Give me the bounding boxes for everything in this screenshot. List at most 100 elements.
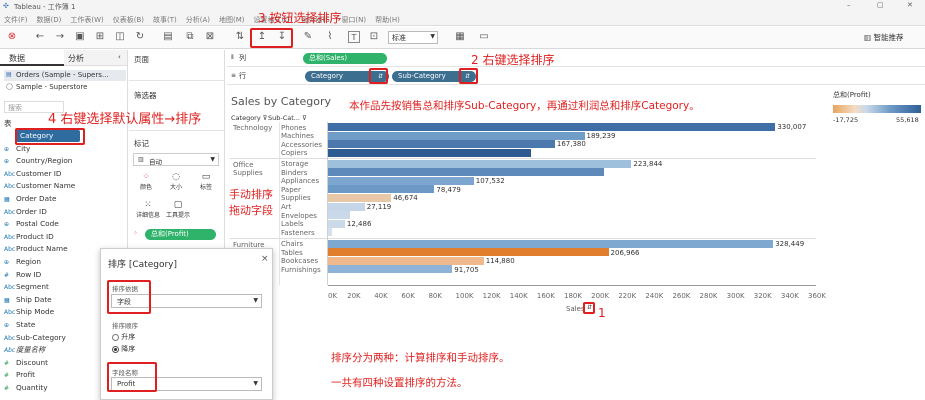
field-item[interactable]: AbcSegment — [4, 281, 49, 293]
save-icon[interactable]: ▣ — [74, 31, 86, 43]
show-me-button[interactable]: ▥ 智能推荐 — [864, 32, 903, 43]
subcategory-label[interactable]: Phones — [281, 124, 306, 132]
label-button[interactable]: ▭ 标签 — [195, 172, 217, 196]
bar[interactable] — [328, 239, 774, 248]
presentation-icon[interactable]: ▭ — [478, 31, 490, 43]
pause-icon[interactable]: ◫ — [114, 31, 126, 43]
detail-button[interactable]: ⁙ 详细信息 — [133, 200, 163, 224]
menu-item[interactable]: 帮助(H) — [375, 16, 400, 24]
bar[interactable] — [328, 193, 392, 202]
subcategory-label[interactable]: Chairs — [281, 240, 303, 248]
menu-item[interactable]: 地图(M) — [219, 16, 245, 24]
tab-analysis[interactable]: 分析 ‹ — [64, 50, 127, 66]
field-item[interactable]: ⊕ Country/Region — [4, 155, 72, 167]
menu-item[interactable]: 窗口(N) — [341, 16, 366, 24]
clear-icon[interactable]: ⊠ — [204, 31, 216, 43]
header-category[interactable]: Category ⊽ — [231, 114, 268, 122]
bar[interactable] — [328, 211, 351, 220]
show-cards-icon[interactable]: ▦ — [454, 31, 466, 43]
field-item[interactable]: AbcSub-Category — [4, 332, 66, 344]
subcategory-label[interactable]: Fasteners — [281, 229, 315, 237]
subcategory-label[interactable]: Tables — [281, 249, 303, 257]
category-label[interactable]: Office Supplies — [233, 161, 279, 177]
close-icon[interactable]: × — [261, 254, 269, 264]
subcategory-label[interactable]: Labels — [281, 220, 304, 228]
bar[interactable] — [328, 228, 333, 237]
fix-axes-icon[interactable]: ⊡ — [368, 31, 380, 43]
mark-type-dropdown[interactable]: ▥ 自动 ▼ — [133, 153, 219, 166]
text-labels-icon[interactable]: T — [348, 31, 360, 43]
header-subcategory[interactable]: Sub-Cat... ⊽ — [268, 114, 307, 122]
menu-item[interactable]: 故事(T) — [153, 16, 177, 24]
category-label[interactable]: Technology — [233, 124, 279, 132]
tableau-home-icon[interactable]: ⊗ — [6, 31, 18, 43]
undo-icon[interactable]: ← — [34, 31, 46, 43]
menu-item[interactable]: 工作表(W) — [70, 16, 103, 24]
new-sheet-icon[interactable]: ▤ — [162, 31, 174, 43]
bar[interactable] — [328, 123, 776, 131]
subcategory-label[interactable]: Art — [281, 203, 291, 211]
bar[interactable] — [328, 265, 453, 274]
bar[interactable] — [328, 185, 435, 194]
field-item[interactable]: AbcProduct ID — [4, 231, 54, 243]
duplicate-icon[interactable]: ⧉ — [184, 31, 196, 43]
datasource-1[interactable]: ▤ Orders (Sample - Supers... — [4, 70, 126, 81]
refresh-icon[interactable]: ↻ — [134, 31, 146, 43]
field-item[interactable]: AbcCustomer Name — [4, 180, 75, 192]
field-item[interactable]: ⊕ Region — [4, 256, 41, 268]
bar[interactable] — [328, 140, 555, 149]
bar[interactable] — [328, 159, 632, 168]
minimize-icon[interactable]: – — [847, 1, 851, 9]
subcategory-label[interactable]: Copiers — [281, 149, 307, 157]
menu-item[interactable]: 数据(D) — [37, 16, 62, 24]
bar[interactable] — [328, 202, 365, 211]
sales-column-pill[interactable]: 总和(Sales) — [303, 53, 387, 64]
bar[interactable] — [328, 131, 585, 140]
subcategory-label[interactable]: Accessories — [281, 141, 322, 149]
subcategory-label[interactable]: Paper — [281, 186, 301, 194]
field-item[interactable]: # Row ID — [4, 269, 41, 281]
subcategory-label[interactable]: Machines — [281, 132, 314, 140]
size-button[interactable]: ◌ 大小 — [165, 172, 187, 196]
subcategory-label[interactable]: Envelopes — [281, 212, 317, 220]
menu-item[interactable]: 仪表板(B) — [113, 16, 144, 24]
new-datasource-icon[interactable]: ⊞ — [94, 31, 106, 43]
bar[interactable] — [328, 176, 474, 185]
field-item[interactable]: ⊕ State — [4, 319, 35, 331]
datasource-2[interactable]: ◯ Sample - Superstore — [4, 82, 126, 93]
field-item[interactable]: # Quantity — [4, 382, 48, 394]
pages-shelf[interactable]: 页面 — [134, 54, 149, 65]
highlight-icon[interactable]: ✎ — [302, 31, 314, 43]
collapse-icon[interactable]: ‹ — [118, 53, 121, 61]
field-item[interactable]: ▦ Order Date — [4, 193, 57, 205]
bar[interactable] — [328, 256, 484, 265]
subcategory-label[interactable]: Appliances — [281, 177, 319, 185]
bar[interactable] — [328, 219, 345, 228]
group-icon[interactable]: ⌇ — [324, 31, 336, 43]
fit-dropdown[interactable]: 标准 ▼ — [388, 31, 438, 44]
color-button[interactable]: ⁘ 颜色 — [135, 172, 157, 196]
subcategory-label[interactable]: Supplies — [281, 194, 311, 202]
subcategory-label[interactable]: Furnishings — [281, 266, 321, 274]
field-item[interactable]: AbcOrder ID — [4, 206, 47, 218]
profit-color-pill[interactable]: 总和(Profit) — [145, 229, 216, 240]
tooltip-button[interactable]: ▢ 工具提示 — [163, 200, 193, 224]
filters-shelf[interactable]: 筛选器 — [134, 90, 157, 101]
bar[interactable] — [328, 168, 604, 177]
field-item[interactable]: AbcProduct Name — [4, 243, 68, 255]
menu-item[interactable]: 分析(A) — [186, 16, 210, 24]
subcategory-label[interactable]: Bookcases — [281, 257, 318, 265]
profit-legend[interactable]: 总和(Profit) -17,725 55,618 — [830, 88, 925, 128]
field-item[interactable]: # Profit — [4, 369, 35, 381]
field-item[interactable]: ⊕ Postal Code — [4, 218, 59, 230]
field-item[interactable]: AbcCustomer ID — [4, 168, 62, 180]
redo-icon[interactable]: → — [54, 31, 66, 43]
field-item[interactable]: ▦ Ship Date — [4, 294, 52, 306]
tab-data[interactable]: 数据 — [0, 50, 64, 66]
subcategory-label[interactable]: Storage — [281, 160, 308, 168]
menu-item[interactable]: 文件(F) — [4, 16, 28, 24]
close-icon[interactable]: ✕ — [907, 1, 913, 9]
descending-radio[interactable]: 降序 — [112, 344, 135, 354]
maximize-icon[interactable]: ▢ — [877, 1, 884, 9]
subcategory-label[interactable]: Binders — [281, 169, 307, 177]
